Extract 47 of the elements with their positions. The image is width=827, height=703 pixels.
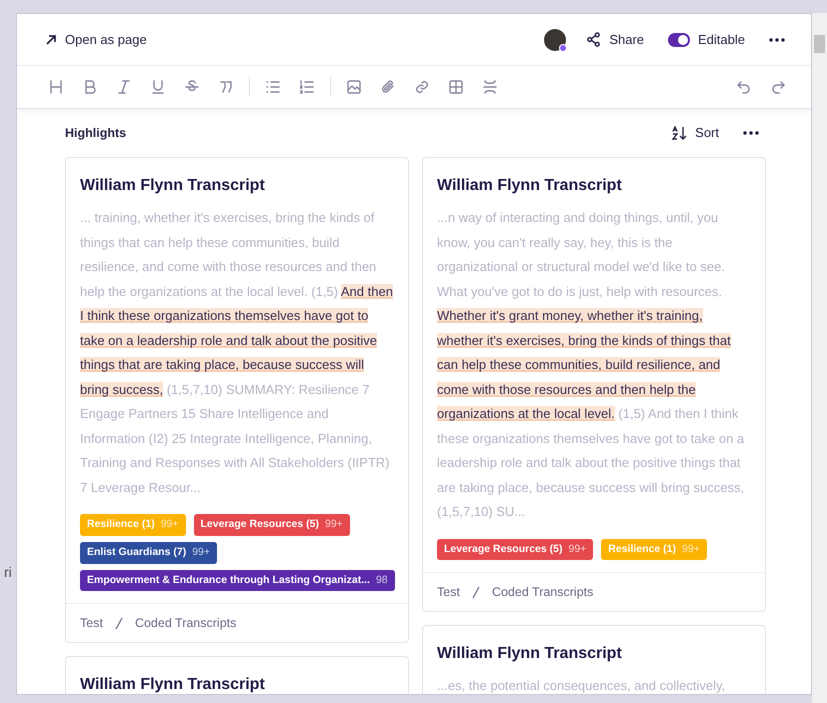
highlight-card[interactable]: William Flynn Transcript ...es, the potential consequences, and collectively,	[422, 625, 766, 694]
breadcrumb-item[interactable]: Test	[437, 583, 460, 602]
excerpt-text: ...es, the potential consequences, and collectively,	[437, 677, 726, 694]
arrow-up-right-icon	[45, 34, 57, 46]
card-title: William Flynn Transcript	[437, 176, 623, 196]
divider-icon	[482, 79, 498, 95]
code-tag[interactable]: Enlist Guardians (7) 99+	[80, 542, 217, 564]
more-icon	[769, 38, 785, 42]
sort-button[interactable]: Sort	[667, 121, 723, 145]
breadcrumb-item[interactable]: Coded Transcripts	[492, 583, 594, 602]
open-as-page-link[interactable]: Open as page	[41, 28, 151, 52]
scrollbar[interactable]	[812, 13, 827, 703]
editable-toggle[interactable]: Editable	[664, 28, 749, 52]
user-avatar[interactable]	[544, 28, 566, 50]
image-icon	[346, 79, 362, 95]
card-title: William Flynn Transcript	[437, 644, 623, 664]
quote-icon	[218, 79, 234, 95]
paperclip-icon	[380, 79, 396, 95]
share-button[interactable]: Share	[582, 28, 648, 52]
underline-icon	[150, 79, 166, 95]
card-title: William Flynn Transcript	[80, 176, 266, 196]
highlight-card[interactable]: William Flynn Transcript	[65, 656, 409, 694]
undo-icon	[736, 79, 752, 95]
code-tag[interactable]: Leverage Resources (5) 99+	[194, 514, 350, 536]
background-text: ri	[4, 563, 12, 582]
excerpt-text: ... training, whether it's exercises, bring the kinds of things that can help these communities, build resilience, and come with those resources and then help the organizations at the local level. (1,5) And then I think these organizations themselves have got to take on a leadership role and talk about the positive things that are taking place, because success will bring success, (1,5,7,10) SUMMARY: Resilience 7 Engage Partners 15 Share Intelligence and Information (I2) 25 Integrate Intelligence, Planning, Training and Responses with All Stakeholders (IIPTR) 7 Leverage Resour...	[80, 209, 394, 497]
heading-icon	[48, 79, 64, 95]
slash-icon	[114, 617, 123, 630]
section-title: Highlights	[65, 124, 126, 142]
link-icon	[414, 79, 430, 95]
table-icon	[448, 79, 464, 95]
numbered-list-icon	[299, 79, 315, 95]
redo-icon	[770, 79, 786, 95]
slash-icon	[472, 586, 480, 600]
highlight-card[interactable]	[422, 157, 766, 612]
highlight-card[interactable]	[65, 157, 409, 643]
code-tag[interactable]: Empowerment & Endurance through Lasting Organizat... 98	[80, 570, 395, 592]
sort-icon	[671, 126, 688, 140]
breadcrumb-item[interactable]: Coded Transcripts	[134, 614, 236, 633]
more-icon	[743, 131, 759, 135]
excerpt-text: ...n way of interacting and doing things, until, you know, you can't really say, hey, this is the organizational or structural model we'd like to see. What you've got to do is just, help with resources. Whether it's grant money, whether it's training, whether it's exercises, bring the kinds of things that can help these communities, build resilience, and come with those resources and then help the organizations at the local level. (1,5) And then I think these organizations themselves have got to take on a leadership role and talk about the positive things that are taking place, because success will bring success, (1,5,7,10) SU...	[437, 209, 746, 521]
code-tag[interactable]: Leverage Resources (5) 99+	[437, 538, 594, 560]
card-title: William Flynn Transcript	[80, 675, 266, 694]
share-icon	[586, 32, 602, 47]
bullet-list-icon	[265, 79, 281, 95]
italic-icon	[116, 79, 132, 95]
breadcrumb-item[interactable]: Test	[80, 614, 103, 633]
